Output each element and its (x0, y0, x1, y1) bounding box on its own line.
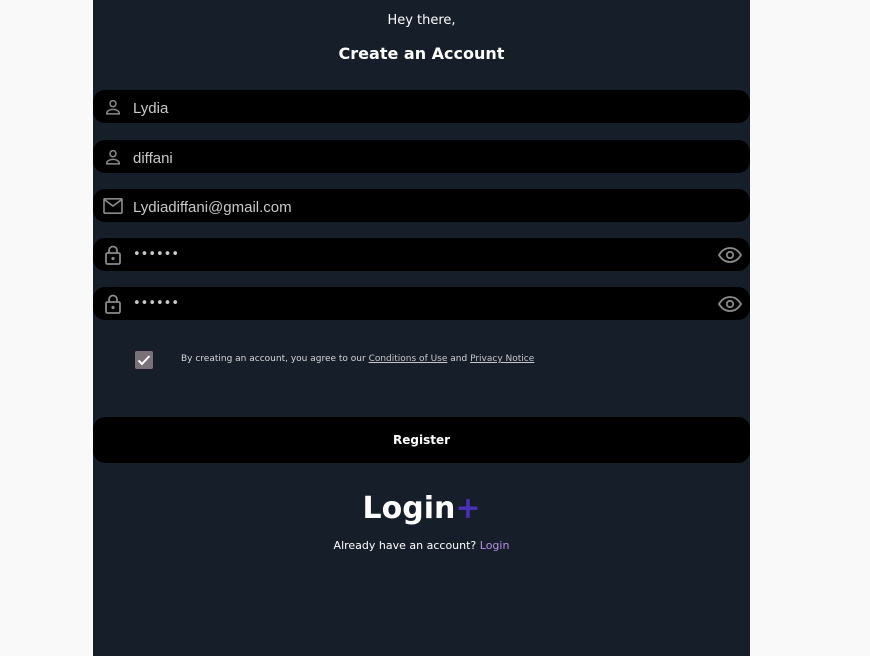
mail-icon (102, 196, 124, 216)
privacy-link[interactable]: Privacy Notice (470, 354, 534, 364)
eye-icon[interactable] (718, 246, 742, 263)
agreement-row: By creating an account, you agree to our… (135, 350, 735, 370)
person-icon (102, 147, 124, 167)
logo-text: Login (362, 491, 456, 526)
check-icon (137, 355, 151, 366)
confirm-password-field[interactable]: •••••• (93, 287, 750, 320)
agreement-and: and (447, 354, 471, 364)
agreement-prefix: By creating an account, you agree to our (181, 354, 369, 364)
person-icon (102, 97, 124, 117)
register-panel: Hey there, Create an Account Lydia diffa… (93, 0, 750, 656)
login-link[interactable]: Login (480, 539, 510, 552)
first-name-field[interactable]: Lydia (93, 90, 750, 123)
eye-icon[interactable] (718, 295, 742, 312)
lock-icon (102, 294, 124, 314)
password-value: •••••• (133, 247, 180, 262)
login-prompt-text: Already have an account? (333, 539, 480, 552)
conditions-link[interactable]: Conditions of Use (369, 354, 448, 364)
logo-plus: + (455, 491, 481, 526)
email-field[interactable]: Lydiadiffani@gmail.com (93, 189, 750, 222)
first-name-value: Lydia (133, 100, 169, 117)
confirm-password-value: •••••• (133, 296, 180, 311)
register-button[interactable]: Register (93, 417, 750, 463)
page-title: Create an Account (338, 44, 505, 63)
login-prompt: Already have an account? Login (93, 539, 750, 552)
agreement-text: By creating an account, you agree to our… (181, 354, 534, 364)
lock-icon (102, 245, 124, 265)
password-field[interactable]: •••••• (93, 238, 750, 271)
agree-checkbox[interactable] (135, 351, 153, 369)
last-name-value: diffani (133, 150, 173, 167)
last-name-field[interactable]: diffani (93, 140, 750, 173)
greeting-text: Hey there, (387, 13, 456, 28)
logo: Login+ (93, 490, 750, 528)
email-value: Lydiadiffani@gmail.com (133, 199, 292, 216)
